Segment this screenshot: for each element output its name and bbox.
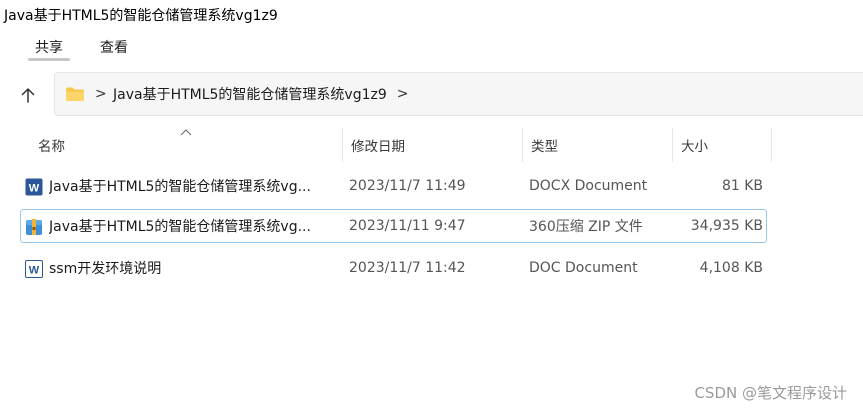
zip-archive-icon xyxy=(26,219,42,235)
tab-view-label: 查看 xyxy=(100,40,128,56)
up-button[interactable] xyxy=(12,79,44,111)
word-doc-icon: W xyxy=(25,178,43,196)
tab-share-underline xyxy=(28,58,70,61)
tab-share[interactable]: 共享 xyxy=(28,35,70,61)
breadcrumb-folder[interactable]: Java基于HTML5的智能仓储管理系统vg1z9 xyxy=(113,84,387,104)
file-type: 360压缩 ZIP 文件 xyxy=(529,219,643,235)
file-modified: 2023/11/11 9:47 xyxy=(349,218,466,234)
breadcrumb-expand-chevron[interactable]: > xyxy=(397,86,409,102)
file-type: DOC Document xyxy=(529,260,638,276)
column-header-type[interactable]: 类型 xyxy=(522,128,672,162)
ribbon-tabs: 共享 查看 xyxy=(0,30,863,61)
column-header-size[interactable]: 大小 xyxy=(672,128,772,162)
file-row-selected[interactable]: Java基于HTML5的智能仓储管理系统vg... 2023/11/11 9:4… xyxy=(20,209,767,243)
column-header-modified[interactable]: 修改日期 xyxy=(342,128,522,162)
file-explorer-window: Java基于HTML5的智能仓储管理系统vg1z9 共享 查看 > Java基于… xyxy=(0,0,863,411)
file-modified: 2023/11/7 11:42 xyxy=(349,260,466,276)
file-name: Java基于HTML5的智能仓储管理系统vg... xyxy=(49,179,311,195)
tab-share-label: 共享 xyxy=(35,40,63,56)
svg-text:W: W xyxy=(29,183,40,195)
file-row[interactable]: W ssm开发环境说明 2023/11/7 11:42 DOC Document… xyxy=(20,251,767,285)
file-modified: 2023/11/7 11:49 xyxy=(349,178,466,194)
folder-icon xyxy=(65,86,85,102)
column-header-name[interactable]: 名称 xyxy=(30,128,342,162)
svg-text:W: W xyxy=(29,265,40,277)
watermark: CSDN @笔文程序设计 xyxy=(694,384,847,402)
file-size: 4,108 KB xyxy=(699,260,763,276)
file-row[interactable]: W Java基于HTML5的智能仓储管理系统vg... 2023/11/7 11… xyxy=(20,169,767,203)
file-size: 34,935 KB xyxy=(690,218,763,234)
breadcrumb-separator: > xyxy=(95,86,107,102)
word-doc-icon: W xyxy=(25,260,43,278)
address-bar[interactable]: > Java基于HTML5的智能仓储管理系统vg1z9 > xyxy=(54,72,863,116)
window-title: Java基于HTML5的智能仓储管理系统vg1z9 xyxy=(4,8,278,24)
file-name: Java基于HTML5的智能仓储管理系统vg... xyxy=(49,219,311,235)
column-headers: 名称 修改日期 类型 大小 xyxy=(0,128,863,162)
file-name: ssm开发环境说明 xyxy=(49,261,162,277)
file-type: DOCX Document xyxy=(529,178,648,194)
navigation-row: > Java基于HTML5的智能仓储管理系统vg1z9 > xyxy=(0,70,863,120)
file-size: 81 KB xyxy=(721,178,763,194)
tab-view[interactable]: 查看 xyxy=(92,35,136,59)
arrow-up-icon xyxy=(21,88,35,103)
